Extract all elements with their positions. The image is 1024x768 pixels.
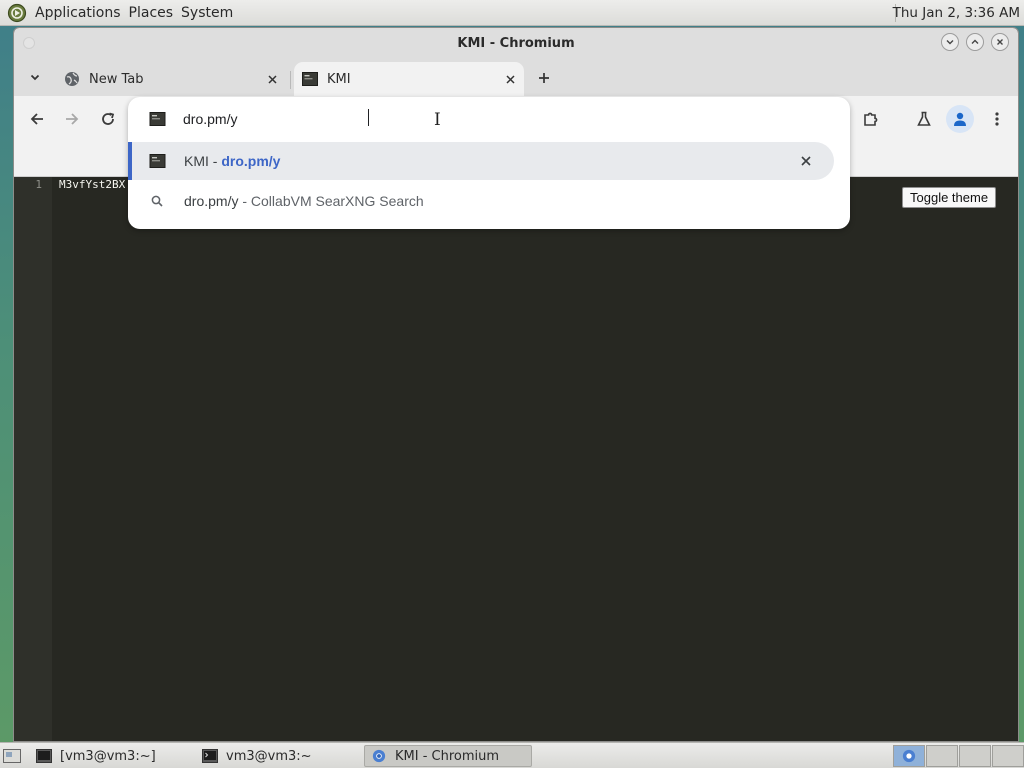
menu-applications[interactable]: Applications <box>31 0 125 26</box>
workspace-4[interactable] <box>992 745 1024 767</box>
new-tab-button[interactable] <box>534 68 554 88</box>
suggestion-url: dro.pm/y <box>221 153 281 169</box>
flask-icon <box>917 111 931 126</box>
taskbar-item[interactable]: vm3@vm3:~ <box>196 745 360 767</box>
taskbar-item[interactable]: KMI - Chromium <box>364 745 532 767</box>
title-bar[interactable]: KMI - Chromium <box>14 28 1018 58</box>
taskbar-item-label: [vm3@vm3:~] <box>60 748 156 764</box>
close-window-button[interactable] <box>991 33 1009 51</box>
line-number: 1 <box>35 178 42 191</box>
menu-places[interactable]: Places <box>125 0 178 26</box>
close-icon <box>997 39 1003 45</box>
forward-button[interactable] <box>61 108 83 130</box>
workspace-2[interactable] <box>926 745 958 767</box>
reload-button[interactable] <box>97 108 119 130</box>
puzzle-icon <box>864 112 878 126</box>
kebab-menu-icon <box>995 112 999 126</box>
menu-system[interactable]: System <box>177 0 237 26</box>
desktop-icon <box>3 749 21 763</box>
tab-strip: New Tab KMI <box>14 58 1018 96</box>
kmi-favicon-icon <box>302 72 318 86</box>
window-title: KMI - Chromium <box>457 36 575 51</box>
taskbar: [vm3@vm3:~] vm3@vm3:~ KMI - Chromium <box>0 742 1024 768</box>
search-query: dro.pm/y <box>184 193 239 209</box>
omnibox-input-row[interactable]: I <box>128 97 850 141</box>
chromium-icon <box>902 749 916 763</box>
page-content: 1 M3vfYst2BX Toggle theme <box>14 177 1018 741</box>
top-panel: Applications Places System Thu Jan 2, 3:… <box>0 0 1024 26</box>
close-icon <box>267 74 277 84</box>
labs-button[interactable] <box>913 108 935 130</box>
workspace-3[interactable] <box>959 745 991 767</box>
profile-button[interactable] <box>946 105 974 133</box>
address-bar-input[interactable] <box>183 109 783 129</box>
toggle-theme-button[interactable]: Toggle theme <box>902 187 997 208</box>
editor-gutter: 1 <box>14 177 52 741</box>
taskbar-item-label: vm3@vm3:~ <box>226 748 312 764</box>
terminal-icon <box>202 749 218 763</box>
suggestion-text: KMI - dro.pm/y <box>184 142 280 180</box>
distro-logo-icon[interactable] <box>7 3 27 23</box>
extensions-button[interactable] <box>860 108 882 130</box>
maximize-button[interactable] <box>966 33 984 51</box>
omnibox-suggestion[interactable]: KMI - dro.pm/y <box>128 142 834 180</box>
person-icon <box>954 112 966 126</box>
minimize-button[interactable] <box>941 33 959 51</box>
editor-line[interactable]: M3vfYst2BX <box>59 178 125 191</box>
globe-icon <box>65 72 79 86</box>
kmi-favicon-icon <box>149 154 166 168</box>
arrow-right-icon <box>66 113 79 125</box>
back-button[interactable] <box>26 108 48 130</box>
tab-new-tab[interactable]: New Tab <box>56 62 286 96</box>
search-icon <box>151 195 163 207</box>
menu-button[interactable] <box>986 108 1008 130</box>
reload-icon <box>102 112 115 125</box>
close-icon <box>505 74 515 84</box>
tab-divider <box>290 71 291 89</box>
omnibox-search-suggestion[interactable]: dro.pm/y - CollabVM SearXNG Search <box>128 182 834 220</box>
suggestion-title: KMI - <box>184 153 222 169</box>
clock[interactable]: Thu Jan 2, 3:36 AM <box>893 0 1020 26</box>
omnibox-popup: I KMI - dro.pm/y dro.pm/y - CollabVM Sea… <box>128 97 850 229</box>
ibeam-cursor-icon: I <box>434 110 441 130</box>
close-icon <box>801 156 811 166</box>
arrow-left-icon <box>30 113 43 125</box>
terminal-icon <box>36 749 52 763</box>
tab-title: New Tab <box>89 71 144 87</box>
tab-title: KMI <box>327 71 351 87</box>
tab-search-button[interactable] <box>24 66 46 88</box>
text-caret <box>368 109 369 126</box>
plus-icon <box>539 73 549 83</box>
show-desktop-button[interactable] <box>0 745 24 767</box>
chevron-down-icon <box>946 40 954 45</box>
taskbar-item[interactable]: [vm3@vm3:~] <box>30 745 190 767</box>
remove-suggestion-button[interactable] <box>798 153 814 169</box>
chromium-icon <box>372 749 386 763</box>
kmi-favicon-icon <box>149 112 166 126</box>
taskbar-item-label: KMI - Chromium <box>395 748 500 764</box>
search-engine-label: - CollabVM SearXNG Search <box>238 193 424 209</box>
workspace-1[interactable] <box>893 745 925 767</box>
chevron-down-icon <box>30 74 40 81</box>
close-tab-button[interactable] <box>264 71 280 87</box>
suggestion-text: dro.pm/y - CollabVM SearXNG Search <box>184 182 424 220</box>
tab-kmi[interactable]: KMI <box>294 62 524 96</box>
chevron-up-icon <box>971 39 979 44</box>
close-tab-button[interactable] <box>502 71 518 87</box>
